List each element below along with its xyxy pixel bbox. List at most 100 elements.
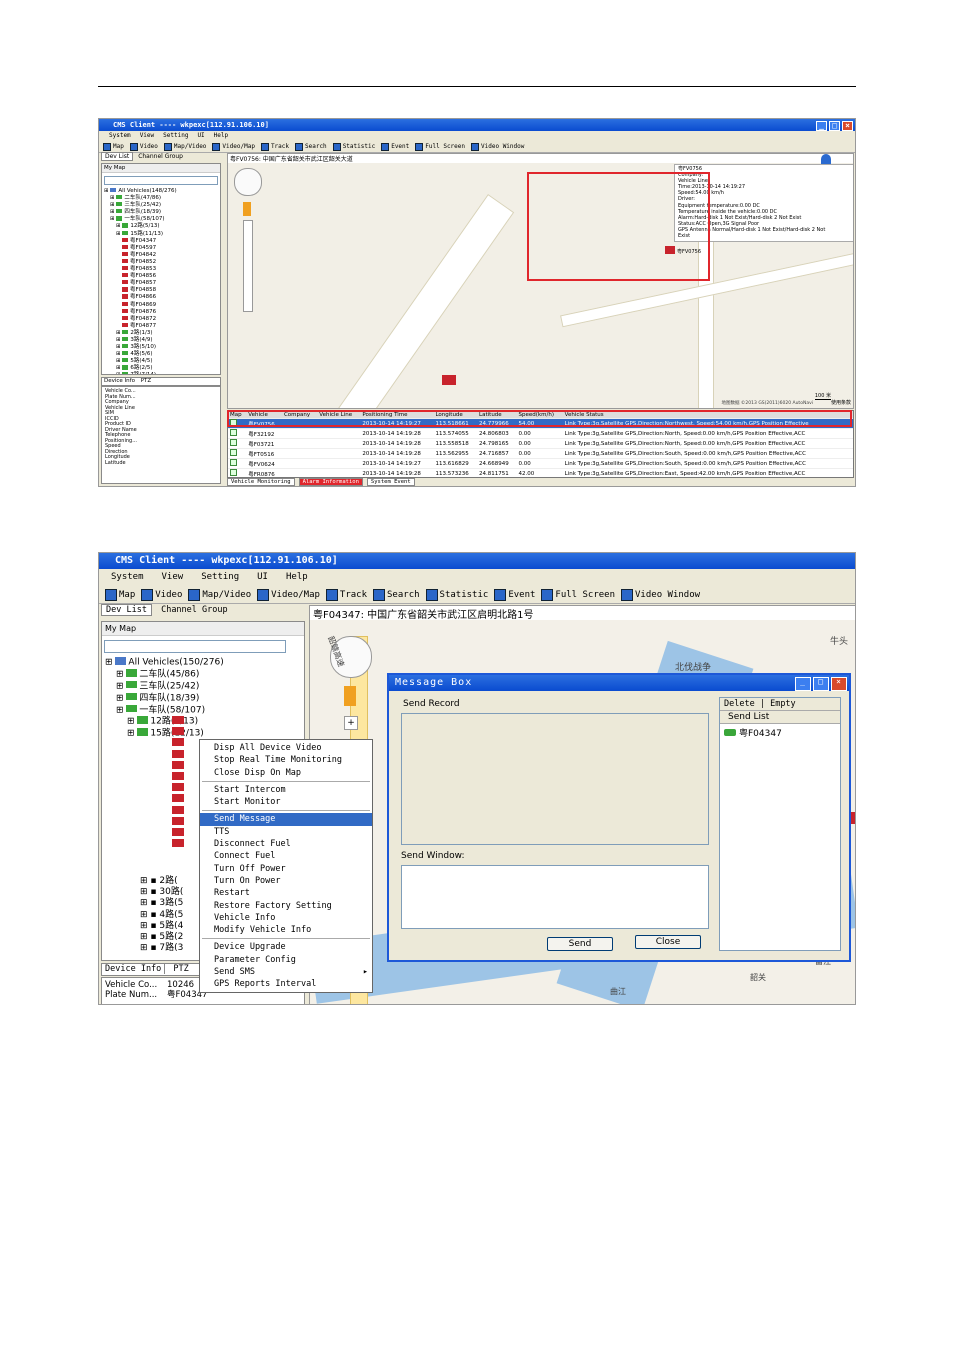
tab-dev-list[interactable]: Dev List <box>101 604 152 616</box>
tab-channel-group[interactable]: Channel Group <box>135 153 186 160</box>
tree-node[interactable]: ⊞ 四车队(18/39) <box>104 209 220 216</box>
tree-node[interactable]: ⊞ ▪ 30路( <box>140 887 183 898</box>
menu-item-system[interactable]: System <box>109 132 131 141</box>
tree-node[interactable]: ⊞ ▪ 5路(2 <box>140 932 183 943</box>
bus-icon[interactable] <box>172 738 184 747</box>
map-checkbox-cell[interactable] <box>228 428 247 439</box>
tree-node[interactable]: ⊞ 二车队(45/86) <box>105 668 304 681</box>
bus-icon[interactable] <box>172 783 184 792</box>
zoom-slider[interactable] <box>243 220 253 312</box>
tree-node[interactable]: ⊞ 三车队(25/42) <box>104 202 220 209</box>
expand-icon[interactable]: ⊞ <box>116 670 126 680</box>
menu-item-ui[interactable]: UI <box>197 132 204 141</box>
street-view-icon[interactable] <box>243 202 251 216</box>
tree-node[interactable]: 粤F04858 <box>104 287 220 294</box>
tree-node[interactable]: ⊞ 一车队(58/107) <box>105 704 304 717</box>
tree-node[interactable]: 粤F04853 <box>104 266 220 273</box>
tab-device-info[interactable]: Device Info <box>102 964 166 974</box>
tree-node[interactable]: ⊞ 6路(2/5) <box>104 365 220 372</box>
toolbar-map-button[interactable]: Map <box>105 589 135 601</box>
tree-node[interactable]: ⊞ All Vehicles(148/276) <box>104 188 220 195</box>
send-window-input[interactable] <box>401 865 709 929</box>
bus-icon[interactable] <box>172 794 184 803</box>
tree-node[interactable]: ⊞ 2路(1/3) <box>104 329 220 337</box>
minimize-icon[interactable]: _ <box>816 121 827 131</box>
vehicle-marker-cluster[interactable] <box>442 375 456 385</box>
tree-node[interactable]: 粤F04872 <box>104 315 220 323</box>
bus-icon[interactable] <box>172 839 184 848</box>
context-menu-item-start-intercom[interactable]: Start Intercom <box>200 784 372 796</box>
tree-node[interactable]: ⊞ 7路(7/14) <box>104 372 220 374</box>
tree-node[interactable]: ⊞ 二车队(47/86) <box>104 195 220 202</box>
tree-node[interactable]: 粤F04877 <box>104 322 220 330</box>
bus-icon[interactable] <box>172 727 184 736</box>
toolbar-search-button[interactable]: Search <box>373 589 420 601</box>
bus-icon[interactable] <box>172 827 184 836</box>
toolbar-video-map-button[interactable]: Video/Map <box>257 589 320 601</box>
menu-item-help[interactable]: Help <box>286 572 308 586</box>
toolbar-full-screen-button[interactable]: Full Screen <box>541 589 615 601</box>
toolbar-statistic-button[interactable]: Statistic <box>332 142 375 151</box>
expand-icon[interactable]: ⊞ <box>127 729 137 739</box>
context-menu-item-modify-vehicle-info[interactable]: Modify Vehicle Info <box>200 924 372 936</box>
context-menu-item-parameter-config[interactable]: Parameter Config <box>200 954 372 966</box>
expand-icon[interactable]: ⊞ <box>116 681 126 691</box>
map-select[interactable] <box>104 176 218 185</box>
checkbox[interactable] <box>230 469 237 476</box>
context-menu-item-restart[interactable]: Restart <box>200 887 372 899</box>
tree-node[interactable]: ⊞ ▪ 7路(3 <box>140 943 183 954</box>
tree-node[interactable]: 粤F04347 <box>104 237 220 245</box>
toolbar-event-button[interactable]: Event <box>494 589 535 601</box>
street-view-icon[interactable] <box>344 686 356 706</box>
context-menu-item-disconnect-fuel[interactable]: Disconnect Fuel <box>200 838 372 850</box>
tree-node[interactable]: ⊞ 5路(4/5) <box>104 358 220 365</box>
context-menu-item-start-monitor[interactable]: Start Monitor <box>200 796 372 808</box>
tree-node[interactable]: ⊞ 一车队(58/107) <box>104 216 220 223</box>
maximize-icon[interactable]: □ <box>829 121 840 131</box>
bus-icon[interactable] <box>172 805 184 814</box>
map-checkbox-cell[interactable] <box>228 448 247 459</box>
close-icon[interactable]: × <box>842 121 853 131</box>
tree-node[interactable]: ⊞ ▪ 4路(5 <box>140 910 183 921</box>
tab-dev-list[interactable]: Dev List <box>101 152 134 161</box>
tree-node[interactable]: 粤F04866 <box>104 294 220 301</box>
tree-node[interactable]: 粤F04869 <box>104 301 220 309</box>
tree-node[interactable]: ⊞ All Vehicles(150/276) <box>105 657 304 669</box>
delete-button[interactable]: Delete <box>724 699 755 709</box>
tree-node[interactable]: ⊞ 3路(4/9) <box>104 336 220 344</box>
tree-node[interactable]: ⊞ ▪ 5路(4 <box>140 921 183 932</box>
context-menu-item-close-disp-on-map[interactable]: Close Disp On Map <box>200 767 372 779</box>
toolbar-map-video-button[interactable]: Map/Video <box>163 142 206 151</box>
checkbox[interactable] <box>230 459 237 466</box>
tab-ptz[interactable]: PTZ <box>139 378 153 384</box>
expand-icon[interactable]: ⊞ <box>105 658 115 668</box>
tab-ptz[interactable]: PTZ <box>170 964 191 974</box>
bottom-tab[interactable]: Alarm Information <box>298 478 363 486</box>
menu-item-system[interactable]: System <box>111 572 144 586</box>
menu-item-help[interactable]: Help <box>214 132 228 141</box>
bus-icon[interactable] <box>172 771 184 780</box>
zoom-in-button[interactable]: + <box>344 716 358 730</box>
table-row[interactable]: 粤FR0876 2013-10-14 14:19:28 113.573236 24.8… <box>228 468 853 477</box>
expand-icon[interactable]: ⊞ <box>116 693 126 703</box>
context-menu-item-connect-fuel[interactable]: Connect Fuel <box>200 850 372 862</box>
tab-channel-group[interactable]: Channel Group <box>157 605 232 615</box>
tree-node[interactable]: ⊞ 三车队(25/42) <box>105 680 304 693</box>
tree-node[interactable]: ⊞ ▪ 3路(5 <box>140 898 183 909</box>
toolbar-video-window-button[interactable]: Video Window <box>471 142 524 151</box>
menu-item-setting[interactable]: Setting <box>163 132 188 141</box>
context-menu-item-tts[interactable]: TTS <box>200 826 372 838</box>
table-row[interactable]: 粤F32192 2013-10-14 14:19:28 113.574055 24.8… <box>228 428 853 439</box>
minimize-icon[interactable]: _ <box>795 677 811 691</box>
toolbar-full-screen-button[interactable]: Full Screen <box>415 142 465 151</box>
tab-device-info[interactable]: Device Info <box>102 378 137 384</box>
map-checkbox-cell[interactable] <box>228 468 247 477</box>
table-row[interactable]: 粤FV0624 2013-10-14 14:19:27 113.616829 24.6… <box>228 458 853 469</box>
map-checkbox-cell[interactable] <box>228 458 247 469</box>
pan-control[interactable] <box>234 168 262 196</box>
context-menu-item-turn-off-power[interactable]: Turn Off Power <box>200 863 372 875</box>
context-menu-item-restore-factory-setting[interactable]: Restore Factory Setting <box>200 900 372 912</box>
toolbar-event-button[interactable]: Event <box>381 142 409 151</box>
bus-icon[interactable] <box>172 760 184 769</box>
tree-node[interactable]: 粤F04597 <box>104 244 220 252</box>
